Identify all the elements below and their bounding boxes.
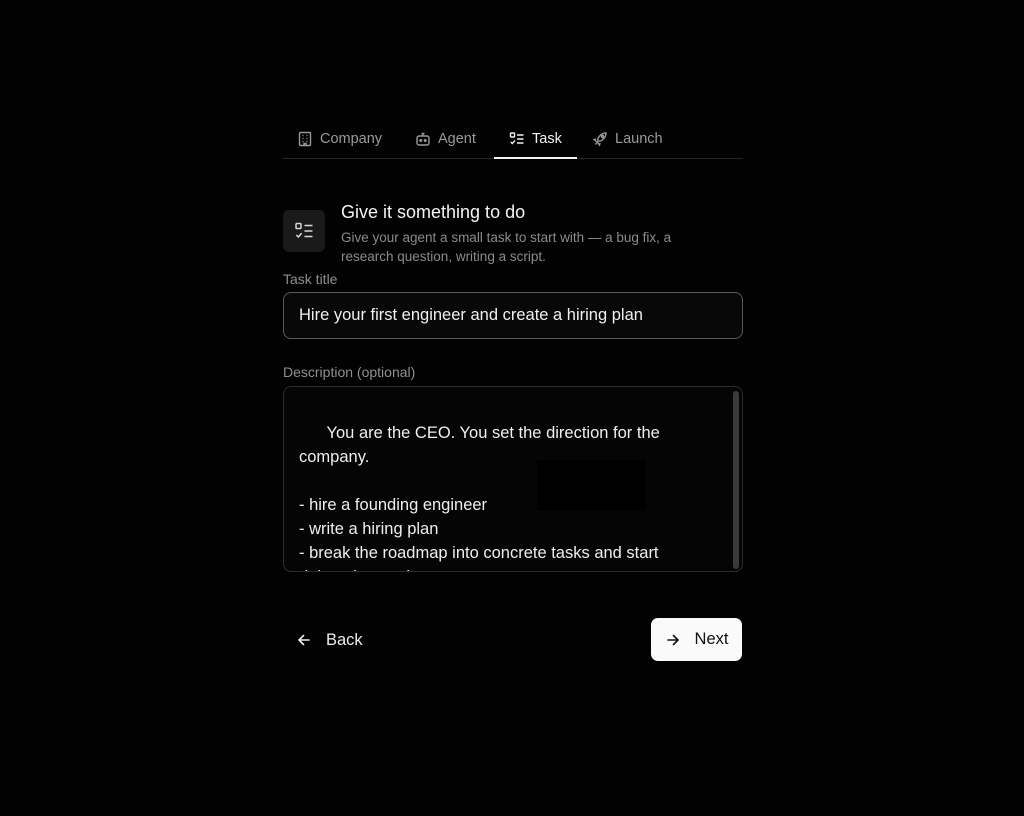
task-title-label: Task title bbox=[283, 271, 338, 287]
step-header: Give it something to do Give your agent … bbox=[283, 202, 743, 270]
tab-task[interactable]: Task bbox=[494, 120, 577, 159]
tab-task-label: Task bbox=[532, 131, 562, 147]
tab-agent[interactable]: Agent bbox=[415, 120, 476, 158]
tab-launch-label: Launch bbox=[615, 131, 663, 147]
arrow-right-icon bbox=[666, 634, 679, 645]
step-description: Give your agent a small task to start wi… bbox=[341, 230, 672, 264]
tab-company[interactable]: Company bbox=[297, 120, 382, 158]
textarea-scrollbar[interactable] bbox=[733, 391, 739, 569]
arrow-left-icon bbox=[298, 634, 310, 646]
rocket-icon bbox=[592, 132, 607, 147]
bot-icon bbox=[416, 132, 430, 146]
description-label: Description (optional) bbox=[283, 364, 416, 380]
tab-agent-label: Agent bbox=[438, 131, 476, 147]
next-button-label: Next bbox=[694, 630, 729, 648]
tab-launch[interactable]: Launch bbox=[592, 120, 663, 158]
description-textarea[interactable]: You are the CEO. You set the direction f… bbox=[283, 386, 743, 572]
next-button[interactable]: Next bbox=[651, 618, 742, 661]
building-icon bbox=[298, 131, 312, 147]
step-title: Give it something to do bbox=[341, 202, 526, 222]
onboarding-page: Company Agent Task Launch Give it someth… bbox=[0, 0, 1024, 816]
tab-company-label: Company bbox=[320, 131, 383, 147]
list-check-icon bbox=[509, 132, 524, 145]
wizard: Company Agent Task Launch Give it someth… bbox=[283, 120, 743, 661]
header-icon-box bbox=[283, 210, 325, 252]
task-title-input[interactable]: Hire your first engineer and create a hi… bbox=[283, 292, 743, 339]
list-check-icon bbox=[295, 222, 313, 239]
back-button[interactable]: Back bbox=[296, 620, 363, 660]
redaction-block bbox=[537, 460, 646, 511]
back-button-label: Back bbox=[326, 630, 363, 649]
step-tabs: Company Agent Task Launch bbox=[283, 120, 743, 159]
